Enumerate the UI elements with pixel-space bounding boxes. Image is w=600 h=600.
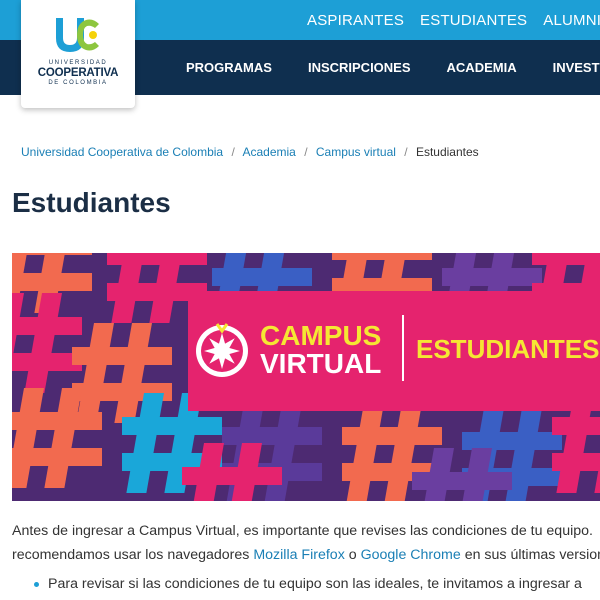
- top-nav-aspirantes[interactable]: ASPIRANTES: [307, 12, 404, 29]
- page-title: Estudiantes: [12, 187, 171, 218]
- breadcrumb-separator: /: [231, 145, 235, 159]
- top-nav-estudiantes[interactable]: ESTUDIANTES: [420, 12, 527, 29]
- breadcrumb-separator: /: [404, 145, 408, 159]
- top-nav-alumni[interactable]: ALUMNI: [543, 12, 600, 29]
- logo-text-cooperativa: COOPERATIVA: [37, 67, 119, 79]
- main-nav-programas[interactable]: PROGRAMAS: [186, 60, 272, 75]
- breadcrumb: Universidad Cooperativa de Colombia / Ac…: [21, 145, 479, 159]
- campus-virtual-banner: CAMPUS VIRTUAL ESTUDIANTES: [12, 253, 600, 501]
- main-nav-investigacion[interactable]: INVESTIGACIÓN: [553, 60, 600, 75]
- banner-graphic: CAMPUS VIRTUAL ESTUDIANTES: [12, 253, 600, 501]
- intro-line-1: Antes de ingresar a Campus Virtual, es i…: [12, 523, 593, 539]
- breadcrumb-home[interactable]: Universidad Cooperativa de Colombia: [21, 145, 223, 159]
- list-item: Para revisar si las condiciones de tu eq…: [32, 573, 600, 595]
- intro-connector: o: [348, 547, 357, 563]
- main-nav-inscripciones[interactable]: INSCRIPCIONES: [308, 60, 411, 75]
- university-logo[interactable]: UNIVERSIDAD COOPERATIVA DE COLOMBIA: [21, 0, 135, 108]
- breadcrumb-campus-virtual[interactable]: Campus virtual: [316, 145, 396, 159]
- banner-divider: [402, 315, 404, 381]
- main-nav-items: PROGRAMAS INSCRIPCIONES ACADEMIA INVESTI…: [186, 40, 600, 95]
- banner-estudiantes-text: ESTUDIANTES: [416, 334, 599, 364]
- list-item-text: Para revisar si las condiciones de tu eq…: [48, 576, 582, 592]
- banner-campus-text: CAMPUS: [260, 320, 381, 351]
- requirements-list: Para revisar si las condiciones de tu eq…: [32, 573, 600, 595]
- banner-virtual-text: VIRTUAL: [260, 348, 381, 379]
- breadcrumb-separator: /: [304, 145, 308, 159]
- intro-paragraph: Antes de ingresar a Campus Virtual, es i…: [12, 519, 600, 567]
- logo-text-de-colombia: DE COLOMBIA: [48, 80, 108, 86]
- chrome-link[interactable]: Google Chrome: [361, 547, 461, 563]
- breadcrumb-academia[interactable]: Academia: [242, 145, 295, 159]
- top-nav: ASPIRANTES ESTUDIANTES ALUMNI PR: [307, 0, 600, 40]
- intro-line-2-end: en sus últimas versiones.: [464, 547, 600, 563]
- ucc-logo-icon: [56, 18, 99, 52]
- bullet-dot-icon: [34, 582, 39, 587]
- main-nav-academia[interactable]: ACADEMIA: [447, 60, 517, 75]
- firefox-link[interactable]: Mozilla Firefox: [253, 547, 344, 563]
- intro-line-2-start: recomendamos usar los navegadores: [12, 547, 250, 563]
- breadcrumb-current: Estudiantes: [415, 145, 479, 159]
- logo-text-universidad: UNIVERSIDAD: [48, 60, 108, 66]
